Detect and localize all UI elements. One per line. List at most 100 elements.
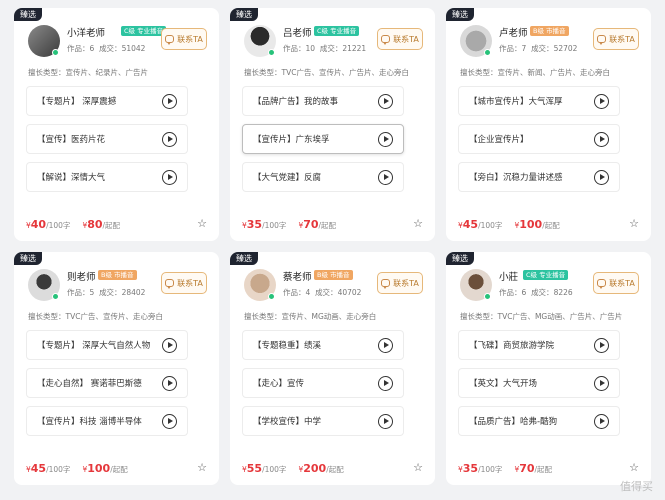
online-indicator bbox=[52, 49, 59, 56]
teacher-name[interactable]: 小莊 bbox=[499, 269, 518, 283]
teacher-name[interactable]: 吕老师 bbox=[283, 25, 312, 39]
play-icon[interactable] bbox=[162, 337, 177, 353]
play-icon[interactable] bbox=[162, 93, 177, 109]
play-icon[interactable] bbox=[378, 413, 393, 429]
deals-label: 成交： bbox=[531, 288, 554, 297]
favorite-star-icon[interactable]: ☆ bbox=[629, 217, 639, 230]
works-label: 作品： bbox=[67, 44, 90, 53]
work-item[interactable]: 【城市宣传片】大气浑厚 bbox=[458, 86, 620, 116]
play-icon[interactable] bbox=[594, 131, 609, 147]
specialty-line: 擅长类型：宣传片、新闻、广告片、走心旁白 bbox=[460, 67, 610, 78]
work-item[interactable]: 【专题片】 深厚大气自然人物 bbox=[26, 330, 188, 360]
price-line: ¥55/100字 ¥200/起配 bbox=[242, 462, 344, 475]
price-word-unit: /100字 bbox=[262, 221, 287, 230]
work-item[interactable]: 【走心自然】 赛诺菲巴斯德 bbox=[26, 368, 188, 398]
work-item[interactable]: 【宣传】医药片花 bbox=[26, 124, 188, 154]
works-label: 作品： bbox=[499, 44, 522, 53]
price-word-unit: /100字 bbox=[46, 465, 71, 474]
teacher-name[interactable]: 则老师 bbox=[67, 269, 96, 283]
price-start: 70 bbox=[303, 218, 319, 231]
play-icon[interactable] bbox=[162, 413, 177, 429]
play-icon[interactable] bbox=[594, 413, 609, 429]
deals-label: 成交： bbox=[531, 44, 554, 53]
specialty-line: 擅长类型：TVC广告、MG动画、广告片、广告片 bbox=[460, 311, 622, 322]
teacher-name[interactable]: 蔡老师 bbox=[283, 269, 312, 283]
specialty-line: 擅长类型：宣传片、MG动画、走心旁白 bbox=[244, 311, 376, 322]
stats-line: 作品：7 成交：52702 bbox=[499, 43, 577, 54]
work-list: 【品牌广告】我的故事 【宣传片】广东埃孚 【大气党建】反腐 bbox=[242, 86, 404, 200]
work-item[interactable]: 【学校宣传】中学 bbox=[242, 406, 404, 436]
deals-label: 成交： bbox=[99, 44, 122, 53]
work-item[interactable]: 【宣传片】广东埃孚 bbox=[242, 124, 404, 154]
contact-button[interactable]: 联系TA bbox=[161, 272, 207, 294]
price-per-word: 45 bbox=[30, 462, 47, 475]
works-label: 作品： bbox=[283, 44, 306, 53]
level-badge: B级 市播音 bbox=[314, 270, 353, 280]
chat-bubble-icon bbox=[381, 279, 391, 289]
work-item[interactable]: 【大气党建】反腐 bbox=[242, 162, 404, 192]
work-item[interactable]: 【品质广告】哈弗-酷狗 bbox=[458, 406, 620, 436]
teacher-card: 臻选 小莊 C级 专业播音 作品：6 成交：8226 联系TA 擅长类型：TVC… bbox=[446, 252, 651, 485]
teacher-card: 臻选 小洋老师 C级 专业播音 作品：6 成交：51042 联系TA 擅长类型：… bbox=[14, 8, 219, 241]
work-item[interactable]: 【专题片】 深厚震撼 bbox=[26, 86, 188, 116]
contact-button[interactable]: 联系TA bbox=[377, 272, 423, 294]
play-icon[interactable] bbox=[378, 375, 393, 391]
work-item[interactable]: 【专题稳重】绩溪 bbox=[242, 330, 404, 360]
teacher-name[interactable]: 卢老师 bbox=[499, 25, 528, 39]
play-icon[interactable] bbox=[378, 337, 393, 353]
play-icon[interactable] bbox=[378, 131, 393, 147]
works-count: 6 bbox=[89, 44, 95, 53]
works-label: 作品： bbox=[283, 288, 306, 297]
stats-line: 作品：5 成交：28402 bbox=[67, 287, 145, 298]
favorite-star-icon[interactable]: ☆ bbox=[413, 461, 423, 474]
play-icon[interactable] bbox=[378, 169, 393, 185]
work-item[interactable]: 【走心】宣传 bbox=[242, 368, 404, 398]
watermark-text: 值得买 bbox=[620, 480, 653, 493]
price-start-unit: /起配 bbox=[534, 465, 553, 474]
work-item[interactable]: 【飞碟】商贸旅游学院 bbox=[458, 330, 620, 360]
specialty-label: 擅长类型： bbox=[28, 312, 66, 321]
price-word-unit: /100字 bbox=[478, 221, 503, 230]
price-start: 80 bbox=[87, 218, 103, 231]
contact-button[interactable]: 联系TA bbox=[593, 28, 639, 50]
work-item[interactable]: 【旁白】沉稳力量讲述感 bbox=[458, 162, 620, 192]
price-start: 100 bbox=[519, 218, 543, 231]
price-line: ¥40/100字 ¥80/起配 bbox=[26, 218, 120, 231]
play-icon[interactable] bbox=[594, 375, 609, 391]
price-line: ¥45/100字 ¥100/起配 bbox=[458, 218, 560, 231]
contact-button[interactable]: 联系TA bbox=[161, 28, 207, 50]
work-item[interactable]: 【宣传片】科技 淄博半导体 bbox=[26, 406, 188, 436]
work-title: 【专题片】 深厚大气自然人物 bbox=[37, 341, 151, 351]
price-per-word: 55 bbox=[246, 462, 263, 475]
contact-label: 联系TA bbox=[609, 278, 635, 288]
play-icon[interactable] bbox=[162, 375, 177, 391]
specialty-label: 擅长类型： bbox=[460, 312, 498, 321]
stats-line: 作品：6 成交：51042 bbox=[67, 43, 145, 54]
specialty-label: 擅长类型： bbox=[244, 312, 282, 321]
contact-button[interactable]: 联系TA bbox=[377, 28, 423, 50]
favorite-star-icon[interactable]: ☆ bbox=[197, 217, 207, 230]
play-icon[interactable] bbox=[378, 93, 393, 109]
level-badge: C级 专业播音 bbox=[523, 270, 569, 280]
work-item[interactable]: 【企业宣传片】 bbox=[458, 124, 620, 154]
price-start-unit: /起配 bbox=[542, 221, 560, 230]
work-item[interactable]: 【品牌广告】我的故事 bbox=[242, 86, 404, 116]
works-count: 7 bbox=[521, 44, 527, 53]
contact-button[interactable]: 联系TA bbox=[593, 272, 639, 294]
work-list: 【专题片】 深厚大气自然人物 【走心自然】 赛诺菲巴斯德 【宣传片】科技 淄博半… bbox=[26, 330, 188, 444]
play-icon[interactable] bbox=[162, 169, 177, 185]
stats-line: 作品：4 成交：40702 bbox=[283, 287, 361, 298]
level-badge: C级 专业播音 bbox=[314, 26, 360, 36]
favorite-star-icon[interactable]: ☆ bbox=[197, 461, 207, 474]
level-badge: B级 市播音 bbox=[98, 270, 137, 280]
work-item[interactable]: 【解说】深情大气 bbox=[26, 162, 188, 192]
play-icon[interactable] bbox=[162, 131, 177, 147]
teacher-name[interactable]: 小洋老师 bbox=[67, 25, 105, 39]
work-item[interactable]: 【英文】大气开场 bbox=[458, 368, 620, 398]
favorite-star-icon[interactable]: ☆ bbox=[413, 217, 423, 230]
play-icon[interactable] bbox=[594, 169, 609, 185]
favorite-star-icon[interactable]: ☆ bbox=[629, 461, 639, 474]
works-count: 10 bbox=[305, 44, 316, 53]
play-icon[interactable] bbox=[594, 337, 609, 353]
play-icon[interactable] bbox=[594, 93, 609, 109]
